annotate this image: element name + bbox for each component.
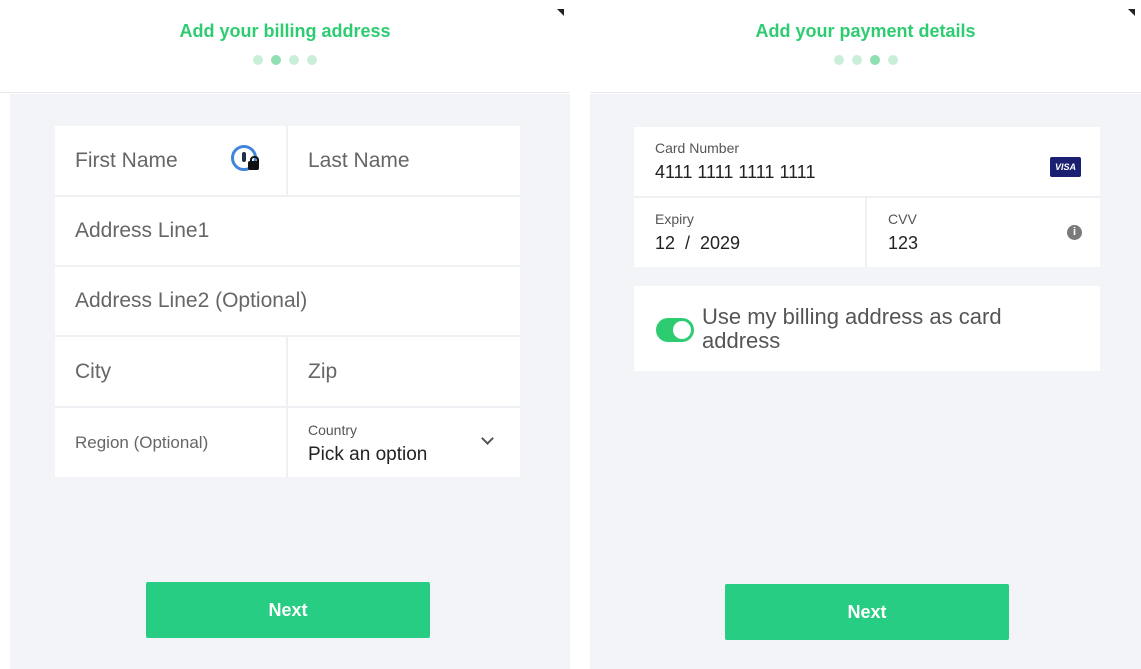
password-manager-lock-icon[interactable] [231,145,259,171]
use-billing-address-toggle[interactable] [656,318,694,342]
payment-form-area: Card Number 4111 1111 1111 1111 VISA Exp… [590,94,1141,669]
step-dot [833,55,844,65]
step-dot [307,55,317,65]
card-number-field[interactable]: Card Number 4111 1111 1111 1111 VISA [634,127,1100,196]
corner-mark-icon [557,9,564,16]
step-dot-active [869,55,880,65]
billing-next-button[interactable]: Next [146,582,430,638]
cvv-field[interactable]: CVV 123 i [867,198,1100,267]
card-number-value: 4111 1111 1111 1111 [655,162,816,182]
step-dot [253,55,263,65]
zip-field[interactable]: Zip [288,337,520,406]
payment-next-button[interactable]: Next [725,584,1009,640]
billing-title: Add your billing address [179,21,391,41]
expiry-value: 12 / 2029 [655,233,741,253]
region-field[interactable]: Region (Optional) [55,408,286,477]
city-field[interactable]: City [55,337,286,406]
payment-title: Add your payment details [755,21,976,41]
country-value: Pick an option [308,444,428,465]
card-number-label: Card Number [655,140,740,156]
last-name-field[interactable]: Last Name [288,126,520,195]
billing-address-panel: Add your billing address First Name Last… [0,0,570,669]
visa-icon: VISA [1050,157,1081,177]
address-line1-field[interactable]: Address Line1 [55,197,520,265]
billing-toggle-card: Use my billing address as card address [634,286,1100,371]
info-icon[interactable]: i [1067,225,1082,240]
step-dot-active [271,55,281,65]
billing-form: First Name Last Name Address Line1 Addre… [55,126,520,477]
first-name-field[interactable]: First Name [55,126,286,195]
region-placeholder: Region (Optional) [75,432,209,452]
cvv-label: CVV [888,211,917,227]
address-line1-placeholder: Address Line1 [75,219,210,242]
step-dot [887,55,898,65]
country-label: Country [308,422,358,438]
corner-mark-icon [1128,9,1135,16]
zip-placeholder: Zip [308,359,338,383]
expiry-field[interactable]: Expiry 12 / 2029 [634,198,865,267]
billing-form-area: First Name Last Name Address Line1 Addre… [10,94,570,669]
expiry-label: Expiry [655,211,694,227]
country-select[interactable]: Country Pick an option [288,408,520,477]
use-billing-address-label: Use my billing address as card address [702,304,1002,353]
address-line2-placeholder: Address Line2 (Optional) [75,289,308,312]
billing-header: Add your billing address [0,0,570,93]
card-details-form: Card Number 4111 1111 1111 1111 VISA Exp… [634,127,1100,267]
step-dot [289,55,299,65]
last-name-placeholder: Last Name [308,148,410,172]
chevron-down-icon [481,432,494,445]
first-name-placeholder: First Name [75,148,178,172]
payment-details-panel: Add your payment details Card Number 411… [590,0,1141,669]
payment-step-indicator [590,55,1141,65]
address-line2-field[interactable]: Address Line2 (Optional) [55,267,520,335]
step-dot [851,55,862,65]
cvv-value: 123 [888,233,919,253]
city-placeholder: City [75,359,112,383]
payment-header: Add your payment details [590,0,1141,93]
billing-step-indicator [0,55,570,65]
